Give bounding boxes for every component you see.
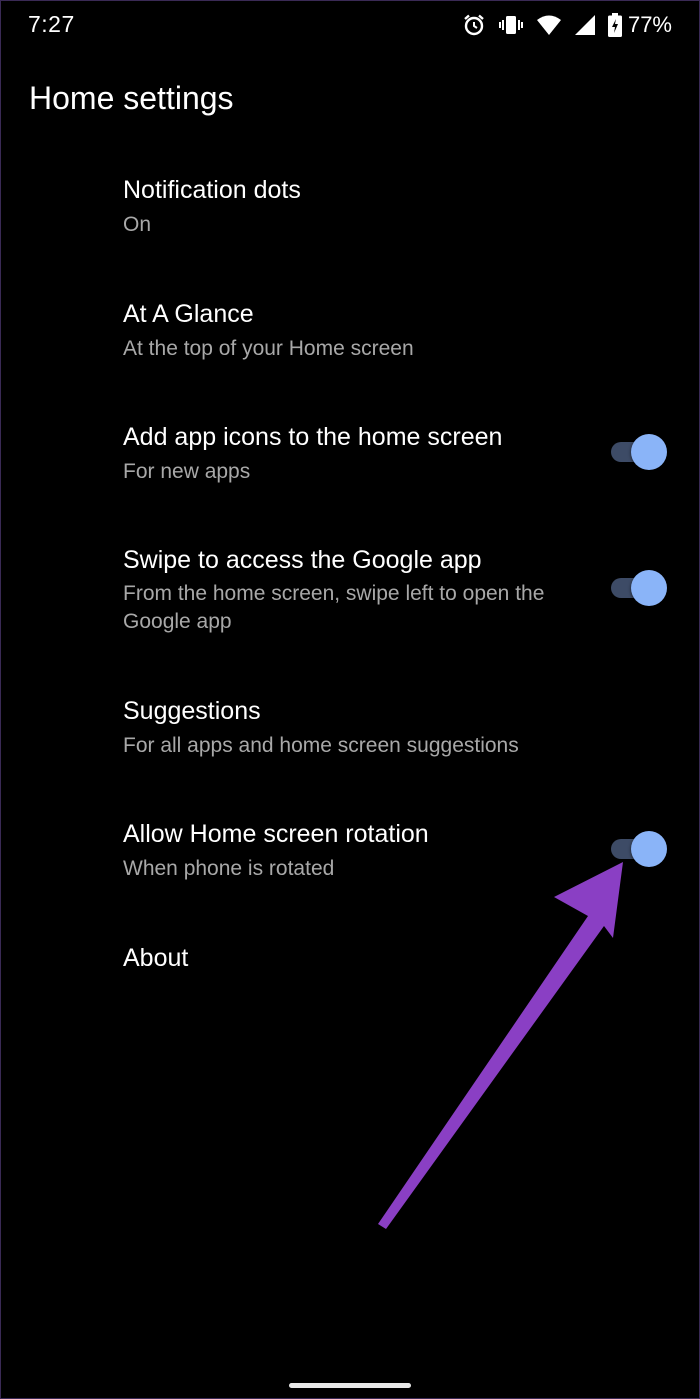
arrow-shape [378,862,623,1229]
toggle-thumb [631,434,667,470]
setting-swipe-google-app[interactable]: Swipe to access the Google app From the … [0,530,700,660]
setting-notification-dots[interactable]: Notification dots On [0,160,700,270]
setting-title: Add app icons to the home screen [123,423,503,451]
setting-title: Suggestions [123,697,261,725]
setting-suggestions[interactable]: Suggestions For all apps and home screen… [0,681,700,791]
setting-subtitle: From the home screen, swipe left to open… [123,582,545,633]
swipe-google-app-toggle[interactable] [609,570,667,606]
setting-subtitle: On [123,213,152,236]
setting-at-a-glance[interactable]: At A Glance At the top of your Home scre… [0,284,700,394]
setting-subtitle: For all apps and home screen suggestions [123,734,519,757]
setting-home-screen-rotation[interactable]: Allow Home screen rotation When phone is… [0,804,700,914]
setting-title: At A Glance [123,300,254,328]
status-time: 7:27 [28,11,75,37]
add-app-icons-toggle[interactable] [609,434,667,470]
setting-title: Allow Home screen rotation [123,820,429,848]
toggle-thumb [631,570,667,606]
wifi-icon [536,14,562,36]
battery-charging-icon [607,13,622,37]
setting-add-app-icons[interactable]: Add app icons to the home screen For new… [0,407,700,517]
setting-subtitle: When phone is rotated [123,857,335,880]
page-title: Home settings [29,80,234,116]
battery-percentage: 77% [627,12,672,37]
vibrate-icon [498,13,524,37]
setting-subtitle: For new apps [123,460,251,483]
setting-title: About [123,944,189,972]
setting-title: Swipe to access the Google app [123,546,482,574]
setting-title: Notification dots [123,176,301,204]
alarm-icon [462,13,486,37]
setting-subtitle: At the top of your Home screen [123,337,414,360]
setting-about[interactable]: About [0,928,700,998]
status-icons: 77% [450,10,672,40]
navigation-handle[interactable] [289,1383,411,1388]
toggle-thumb [631,831,667,867]
home-screen-rotation-toggle[interactable] [609,831,667,867]
signal-icon [574,14,596,36]
status-bar: 7:27 77% [0,0,700,52]
